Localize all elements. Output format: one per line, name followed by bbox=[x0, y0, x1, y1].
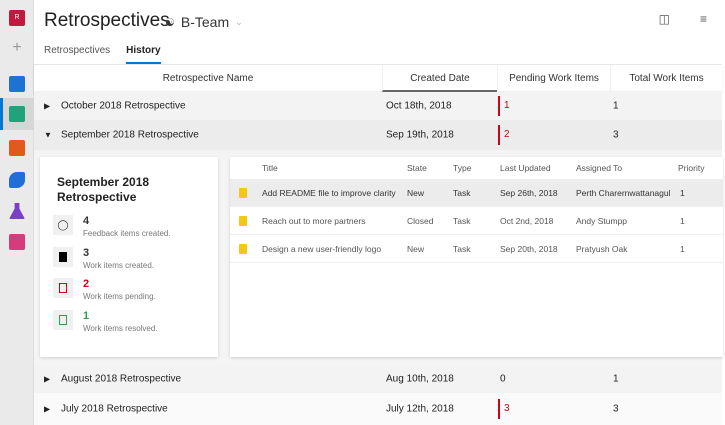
column-created-date[interactable]: Created Date bbox=[382, 65, 497, 92]
item-type: Task bbox=[453, 187, 471, 198]
expand-icon[interactable]: ▶ bbox=[44, 375, 50, 384]
menu-icon[interactable]: ≡ bbox=[700, 12, 707, 26]
row-date: July 12th, 2018 bbox=[386, 403, 454, 415]
col-assigned-to: Assigned To bbox=[576, 163, 623, 173]
task-icon bbox=[239, 243, 247, 254]
column-total-work-items[interactable]: Total Work Items bbox=[610, 65, 722, 92]
stat-value: 1 bbox=[83, 310, 90, 322]
table-row[interactable]: ▼ September 2018 Retrospective Sep 19th,… bbox=[34, 120, 722, 150]
chevron-down-icon: ⌄ bbox=[235, 16, 243, 27]
row-total: 3 bbox=[613, 129, 619, 141]
row-total: 3 bbox=[613, 403, 619, 415]
sidebar: R + bbox=[0, 0, 34, 425]
item-assigned: Andy Stumpp bbox=[576, 215, 628, 226]
feedback-icon: ◯ bbox=[53, 215, 73, 235]
stat-value: 4 bbox=[83, 215, 90, 227]
task-icon bbox=[239, 187, 247, 198]
clipboard-icon bbox=[53, 247, 73, 267]
row-details: September 2018 Retrospective ◯ 4 Feedback … bbox=[34, 150, 723, 365]
summary-title: September 2018 Retrospective bbox=[57, 175, 150, 204]
page-title: Retrospectives bbox=[44, 10, 170, 31]
item-state: New bbox=[407, 187, 425, 198]
row-date: Aug 10th, 2018 bbox=[386, 373, 454, 385]
retrospectives-icon[interactable] bbox=[9, 106, 25, 122]
table-row[interactable]: ▶ August 2018 Retrospective Aug 10th, 20… bbox=[34, 365, 722, 393]
table-row[interactable]: ▶ October 2018 Retrospective Oct 18th, 2… bbox=[34, 92, 722, 120]
item-type: Task bbox=[453, 243, 471, 254]
item-state: Closed bbox=[407, 215, 434, 226]
row-name: August 2018 Retrospective bbox=[61, 373, 182, 385]
row-name: July 2018 Retrospective bbox=[61, 403, 168, 415]
item-title[interactable]: Design a new user-friendly logo bbox=[262, 244, 381, 254]
pipelines-icon[interactable] bbox=[9, 172, 25, 188]
row-total: 1 bbox=[613, 100, 619, 112]
work-items-header: Title State Type Last Updated Assigned T… bbox=[230, 157, 723, 179]
stat-label: Work items created. bbox=[83, 261, 154, 270]
test-plans-icon[interactable] bbox=[9, 203, 25, 219]
artifacts-icon[interactable] bbox=[9, 234, 25, 250]
col-priority: Priority bbox=[678, 163, 705, 173]
col-title: Title bbox=[262, 163, 278, 173]
col-state: State bbox=[407, 163, 427, 173]
collapse-icon[interactable]: ▼ bbox=[44, 131, 52, 140]
feedback-icon[interactable]: ◫ bbox=[659, 12, 670, 26]
summary-card: September 2018 Retrospective ◯ 4 Feedback … bbox=[40, 157, 218, 357]
row-date: Sep 19th, 2018 bbox=[386, 129, 454, 141]
item-title[interactable]: Reach out to more partners bbox=[262, 216, 365, 226]
clipboard-pending-icon bbox=[53, 278, 73, 298]
project-avatar[interactable]: R bbox=[9, 10, 25, 26]
table-header: Retrospective Name Created Date Pending … bbox=[34, 64, 722, 92]
expand-icon[interactable]: ▶ bbox=[44, 405, 50, 414]
stat-resolved: 1 Work items resolved. bbox=[53, 310, 158, 333]
column-pending-work-items[interactable]: Pending Work Items bbox=[497, 65, 610, 92]
task-icon bbox=[239, 215, 247, 226]
item-state: New bbox=[407, 243, 425, 254]
row-pending: 1 bbox=[498, 96, 510, 116]
item-updated: Sep 26th, 2018 bbox=[500, 187, 558, 198]
stat-pending: 2 Work items pending. bbox=[53, 278, 156, 301]
item-priority: 1 bbox=[680, 187, 685, 198]
work-item-row[interactable]: Design a new user-friendly logo New Task… bbox=[230, 235, 723, 263]
repos-icon[interactable] bbox=[9, 140, 25, 156]
item-priority: 1 bbox=[680, 243, 685, 254]
column-retrospective-name[interactable]: Retrospective Name bbox=[34, 65, 382, 92]
col-type: Type bbox=[453, 163, 472, 173]
item-priority: 1 bbox=[680, 215, 685, 226]
team-name: B-Team bbox=[180, 14, 230, 30]
work-items-table: Title State Type Last Updated Assigned T… bbox=[230, 157, 723, 357]
add-icon[interactable]: + bbox=[9, 40, 25, 56]
row-name: October 2018 Retrospective bbox=[61, 100, 186, 112]
row-pending: 2 bbox=[498, 125, 510, 145]
stat-value: 3 bbox=[83, 247, 90, 259]
stat-label: Work items resolved. bbox=[83, 324, 158, 333]
stat-label: Feedback items created. bbox=[83, 229, 171, 238]
stat-label: Work items pending. bbox=[83, 292, 156, 301]
work-item-row[interactable]: Reach out to more partners Closed Task O… bbox=[230, 207, 723, 235]
row-name: September 2018 Retrospective bbox=[61, 129, 199, 141]
table-row[interactable]: ▶ July 2018 Retrospective July 12th, 201… bbox=[34, 393, 722, 425]
item-updated: Sep 20th, 2018 bbox=[500, 243, 558, 254]
item-title[interactable]: Add README file to improve clarity bbox=[262, 188, 396, 198]
boards-icon[interactable] bbox=[9, 76, 25, 92]
item-assigned: Perth Charernwattanagul bbox=[576, 187, 671, 198]
stat-created: 3 Work items created. bbox=[53, 247, 154, 270]
item-type: Task bbox=[453, 215, 471, 226]
team-icon: ☯ bbox=[165, 16, 175, 29]
expand-icon[interactable]: ▶ bbox=[44, 102, 50, 111]
stat-feedback: ◯ 4 Feedback items created. bbox=[53, 215, 171, 238]
work-item-row[interactable]: Add README file to improve clarity New T… bbox=[230, 179, 723, 207]
clipboard-resolved-icon bbox=[53, 310, 73, 330]
row-pending: 3 bbox=[498, 399, 510, 419]
tab-retrospectives[interactable]: Retrospectives bbox=[44, 45, 110, 64]
item-updated: Oct 2nd, 2018 bbox=[500, 215, 554, 226]
row-total: 1 bbox=[613, 373, 619, 385]
tab-history[interactable]: History bbox=[126, 45, 161, 64]
item-assigned: Pratyush Oak bbox=[576, 243, 628, 254]
row-pending: 0 bbox=[500, 373, 506, 385]
row-date: Oct 18th, 2018 bbox=[386, 100, 452, 112]
col-last-updated: Last Updated bbox=[500, 163, 551, 173]
team-selector[interactable]: ☯ B-Team ⌄ bbox=[165, 14, 243, 30]
stat-value: 2 bbox=[83, 278, 90, 290]
